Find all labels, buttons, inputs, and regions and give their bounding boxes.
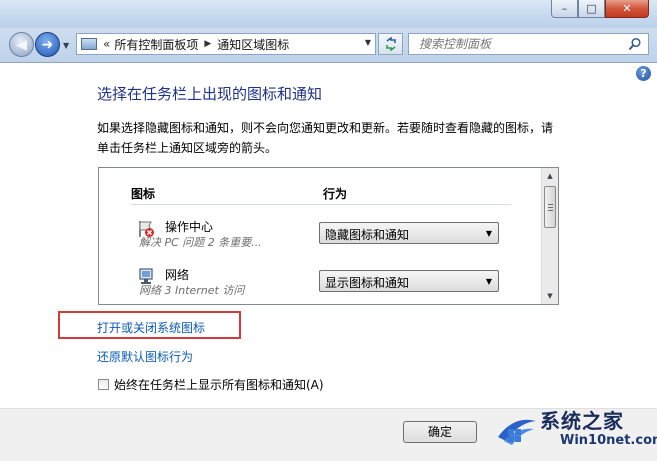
breadcrumb-arrow-icon[interactable]: ▶: [204, 39, 211, 49]
behavior-select-value: 隐藏图标和通知: [325, 228, 410, 242]
search-icon[interactable]: [628, 37, 642, 51]
maximize-button[interactable]: □: [578, 0, 605, 18]
scroll-down-icon[interactable]: ▼: [542, 288, 558, 304]
page-description: 如果选择隐藏图标和通知，则不会向您通知更改和更新。若要随时查看隐藏的图标，请单击…: [97, 121, 554, 155]
list-scrollbar[interactable]: ▲ ▼: [541, 168, 558, 304]
ok-button[interactable]: 确定: [403, 421, 477, 443]
site-watermark: 系统之家 Win10net.com: [488, 400, 657, 461]
search-box[interactable]: [408, 33, 649, 55]
list-item-name: 操作中心: [165, 220, 214, 234]
forward-arrow-icon: ➜: [41, 36, 54, 53]
breadcrumb-notification-icons[interactable]: 通知区域图标: [217, 36, 289, 53]
watermark-url-text: Win10net.com: [560, 433, 657, 448]
list-item: 操作中心 解决 PC 问题 2 条重要... 隐藏图标和通知 ▼: [99, 216, 539, 256]
address-bar[interactable]: « 所有控制面板项 ▶ 通知区域图标 ▼: [76, 33, 376, 55]
caption-buttons: – □ ✕: [551, 0, 649, 18]
back-arrow-icon: ◀: [16, 36, 27, 53]
refresh-icon: [385, 37, 396, 51]
forward-button[interactable]: ➜: [35, 32, 60, 57]
list-item: 网络 网络 3 Internet 访问 显示图标和通知 ▼: [99, 264, 539, 304]
close-button[interactable]: ✕: [605, 0, 649, 18]
chevron-down-icon: ▼: [485, 277, 492, 286]
recent-pages-chevron-icon[interactable]: ▼: [63, 41, 69, 50]
window-titlebar: – □ ✕: [0, 0, 657, 28]
always-show-all-label[interactable]: 始终在任务栏上显示所有图标和通知(A): [114, 376, 324, 393]
minimize-button[interactable]: –: [551, 0, 578, 18]
page-title: 选择在任务栏上出现的图标和通知: [97, 85, 323, 103]
navigation-bar: ◀ ➜ ▼ « 所有控制面板项 ▶ 通知区域图标 ▼: [0, 28, 657, 63]
search-input[interactable]: [417, 36, 631, 52]
header-divider: [131, 204, 511, 205]
list-item-description: 解决 PC 问题 2 条重要...: [139, 236, 262, 249]
refresh-button[interactable]: [378, 33, 403, 55]
scroll-up-icon[interactable]: ▲: [542, 168, 558, 184]
breadcrumb-overflow[interactable]: «: [103, 37, 110, 51]
control-panel-icon: [81, 38, 97, 50]
behavior-select-value: 显示图标和通知: [325, 276, 410, 290]
help-icon[interactable]: ?: [636, 66, 651, 81]
list-item-description: 网络 3 Internet 访问: [139, 284, 245, 297]
address-dropdown-icon[interactable]: ▼: [365, 38, 371, 47]
always-show-all-checkbox[interactable]: [98, 379, 109, 390]
always-show-all-row[interactable]: 始终在任务栏上显示所有图标和通知(A): [98, 376, 324, 393]
chevron-down-icon: ▼: [485, 229, 492, 238]
behavior-select-action-center[interactable]: 隐藏图标和通知 ▼: [319, 222, 499, 244]
restore-default-behavior-link[interactable]: 还原默认图标行为: [97, 348, 193, 365]
site-logo-icon: [498, 419, 536, 445]
notification-icons-list[interactable]: 图标 行为 操作中心 解决 PC 问题 2 条重要... 隐藏图标和通知 ▼ 网…: [98, 167, 559, 305]
column-header-icon: 图标: [131, 187, 156, 201]
scrollbar-thumb[interactable]: [544, 186, 556, 228]
main-content: ? 选择在任务栏上出现的图标和通知 如果选择隐藏图标和通知，则不会向您通知更改和…: [0, 63, 657, 408]
watermark-chinese-text: 系统之家: [540, 409, 624, 433]
breadcrumb-all-items[interactable]: 所有控制面板项: [114, 36, 198, 53]
toggle-system-icons-link[interactable]: 打开或关闭系统图标: [97, 319, 205, 336]
column-header-behavior: 行为: [323, 187, 348, 201]
list-item-name: 网络: [165, 268, 190, 282]
back-button[interactable]: ◀: [9, 32, 34, 57]
behavior-select-network[interactable]: 显示图标和通知 ▼: [319, 270, 499, 292]
